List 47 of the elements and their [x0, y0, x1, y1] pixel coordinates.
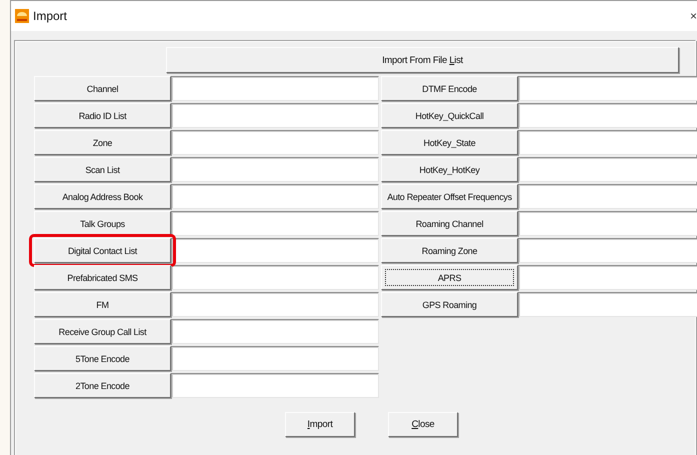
import-item-button[interactable]: Zone: [34, 130, 171, 155]
import-item-button[interactable]: Prefabricated SMS: [34, 265, 171, 290]
app-logo-icon: [15, 9, 29, 23]
file-path-field[interactable]: [518, 265, 697, 290]
file-path-field[interactable]: [171, 346, 379, 371]
file-path-field[interactable]: [518, 292, 697, 317]
file-path-field[interactable]: [518, 103, 697, 128]
file-path-field[interactable]: [171, 211, 379, 236]
import-item-button[interactable]: Radio ID List: [34, 103, 171, 128]
file-path-field[interactable]: [171, 319, 379, 344]
file-path-field[interactable]: [518, 238, 697, 263]
close-button[interactable]: Close: [388, 412, 458, 437]
import-item-button[interactable]: HotKey_HotKey: [381, 157, 518, 182]
file-path-field[interactable]: [171, 184, 379, 209]
import-item-button[interactable]: Analog Address Book: [34, 184, 171, 209]
import-button[interactable]: Import: [285, 412, 355, 437]
import-item-button[interactable]: GPS Roaming: [381, 292, 518, 317]
import-item-button[interactable]: Scan List: [34, 157, 171, 182]
import-item-button[interactable]: Channel: [34, 76, 171, 101]
import-item-button[interactable]: DTMF Encode: [381, 76, 518, 101]
file-path-field[interactable]: [171, 157, 379, 182]
import-item-button[interactable]: Receive Group Call List: [34, 319, 171, 344]
import-item-button[interactable]: FM: [34, 292, 171, 317]
import-item-button[interactable]: Auto Repeater Offset Frequencys: [381, 184, 518, 209]
file-path-field[interactable]: [171, 373, 379, 398]
close-icon[interactable]: ×: [690, 10, 697, 22]
file-path-field[interactable]: [171, 292, 379, 317]
file-path-field[interactable]: [518, 76, 697, 101]
file-path-field[interactable]: [171, 265, 379, 290]
file-path-field[interactable]: [171, 76, 379, 101]
file-path-field[interactable]: [171, 130, 379, 155]
import-item-button[interactable]: HotKey_QuickCall: [381, 103, 518, 128]
file-path-field[interactable]: [518, 211, 697, 236]
import-item-button[interactable]: Roaming Zone: [381, 238, 518, 263]
file-path-field[interactable]: [171, 103, 379, 128]
import-item-button[interactable]: Roaming Channel: [381, 211, 518, 236]
import-item-button[interactable]: APRS: [381, 265, 518, 290]
file-path-field[interactable]: [518, 157, 697, 182]
file-path-field[interactable]: [518, 184, 697, 209]
import-item-button[interactable]: HotKey_State: [381, 130, 518, 155]
window-title: Import: [33, 9, 68, 23]
import-item-button[interactable]: Talk Groups: [34, 211, 171, 236]
import-item-button[interactable]: 5Tone Encode: [34, 346, 171, 371]
file-path-field[interactable]: [171, 238, 379, 263]
import-item-button[interactable]: 2Tone Encode: [34, 373, 171, 398]
file-path-field[interactable]: [518, 130, 697, 155]
import-from-file-list-button[interactable]: Import From File List: [166, 47, 679, 73]
